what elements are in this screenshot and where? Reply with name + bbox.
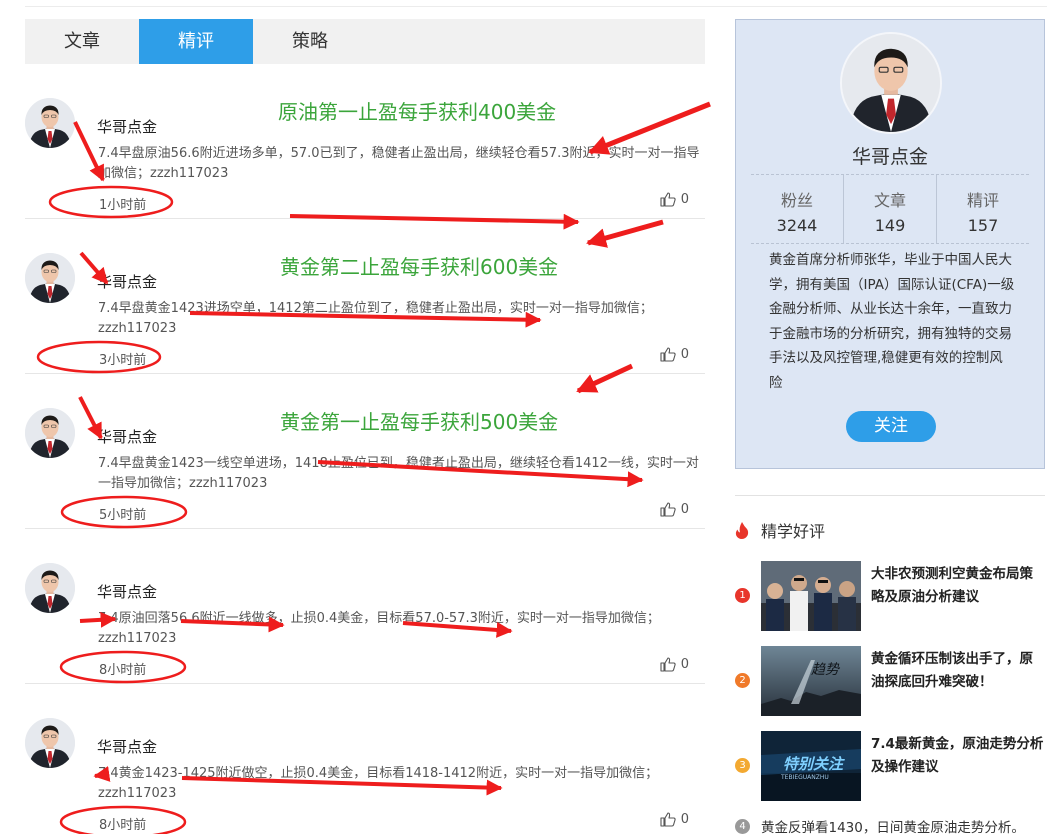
rank-badge: 2 <box>735 673 750 688</box>
tab-articles[interactable]: 文章 <box>25 19 139 64</box>
stat-label: 粉丝 <box>780 191 813 210</box>
article-title[interactable]: 大非农预测利空黄金布局策略及原油分析建议 <box>871 563 1045 609</box>
section-header: 精学好评 <box>735 518 825 542</box>
stat-value: 149 <box>874 216 906 235</box>
profile-avatar[interactable] <box>840 32 942 134</box>
stat-value: 157 <box>967 216 999 235</box>
top-divider <box>25 6 1047 7</box>
post-content: 7.4黄金1423-1425附近做空，止损0.4美金，目标看1418-1412附… <box>98 766 659 801</box>
post-content: 7.4早盘原油56.6附近进场多单，57.0已到了，稳健者止盈出局，继续轻仓看5… <box>98 146 700 181</box>
article-title[interactable]: 黄金反弹看1430，日间黄金原油走势分析。 <box>761 816 1025 834</box>
like-button[interactable]: 0 <box>660 657 689 672</box>
author-avatar[interactable] <box>25 408 75 458</box>
profile-name[interactable]: 华哥点金 <box>736 142 1044 169</box>
stat-articles[interactable]: 文章 149 <box>843 175 936 243</box>
rank-badge: 4 <box>735 818 750 834</box>
post-time: 3小时前 <box>99 353 147 368</box>
stat-label: 精评 <box>966 191 999 210</box>
follow-button[interactable]: 关注 <box>846 411 936 442</box>
section-title: 精学好评 <box>761 522 826 541</box>
like-count: 0 <box>680 657 689 672</box>
like-button[interactable]: 0 <box>660 192 689 207</box>
post-content: 7.4早盘黄金1423进场空单，1412第二止盈位到了，稳健者止盈出局，实时一对… <box>98 301 653 336</box>
article-title[interactable]: 7.4最新黄金，原油走势分析及操作建议 <box>871 733 1045 779</box>
post-item: 华哥点金 黄金第一止盈每手获利500美金 7.4早盘黄金1423一线空单进场，1… <box>25 363 705 529</box>
post-headline: 黄金第一止盈每手获利500美金 <box>280 410 559 434</box>
stat-label: 文章 <box>873 191 906 210</box>
tab-bar: 文章 精评 策略 <box>25 19 705 64</box>
author-avatar[interactable] <box>25 718 75 768</box>
post-headline: 原油第一止盈每手获利400美金 <box>278 100 557 124</box>
thumbs-up-icon <box>660 812 676 827</box>
like-count: 0 <box>680 192 689 207</box>
profile-bio: 黄金首席分析师张华，毕业于中国人民大学，拥有美国（IPA）国际认证(CFA)一级… <box>769 252 1015 391</box>
article-thumbnail[interactable]: 趋势 <box>761 646 861 716</box>
thumbnail-text: 特别关注 <box>783 755 845 773</box>
author-name[interactable]: 华哥点金 <box>97 736 157 757</box>
like-count: 0 <box>680 347 689 362</box>
thumbs-up-icon <box>660 192 676 207</box>
stat-value: 3244 <box>776 216 818 235</box>
like-button[interactable]: 0 <box>660 502 689 517</box>
stat-fans[interactable]: 粉丝 3244 <box>751 175 843 243</box>
tab-reviews[interactable]: 精评 <box>139 19 253 64</box>
post-item: 华哥点金 原油第一止盈每手获利400美金 7.4早盘原油56.6附近进场多单，5… <box>25 64 711 230</box>
thumbnail-text: 趋势 <box>811 662 841 678</box>
thumbs-up-icon <box>660 347 676 362</box>
red-annotation-marks <box>59 766 503 834</box>
author-avatar[interactable] <box>25 253 75 303</box>
thumbs-up-icon <box>660 502 676 517</box>
like-count: 0 <box>680 812 689 827</box>
author-name[interactable]: 华哥点金 <box>97 581 157 602</box>
like-count: 0 <box>680 502 689 517</box>
author-name[interactable]: 华哥点金 <box>97 426 157 447</box>
rank-badge: 3 <box>735 758 750 773</box>
rank-badge: 1 <box>735 588 750 603</box>
article-thumbnail[interactable] <box>761 561 861 631</box>
section-divider <box>735 495 1045 496</box>
thumbnail-subtext: TEBIEGUANZHU <box>780 774 829 781</box>
flame-icon <box>735 521 749 539</box>
feed-column: 文章 精评 策略 华哥点金 原油第一止盈每手获利400美金 7.4早盘原油56.… <box>25 19 711 834</box>
post-item: 华哥点金 7.4黄金1423-1425附近做空，止损0.4美金，目标看1418-… <box>25 684 705 834</box>
hot-article-item[interactable]: 1 大非农预测利空黄金布局策略及原油分析建议 <box>735 561 1045 633</box>
profile-stats: 粉丝 3244 文章 149 精评 157 <box>751 174 1029 244</box>
hot-article-item[interactable]: 3 特别关注 TEBIEGUANZHU 7.4最新黄金，原油走势分析及操作建议 <box>735 731 1045 803</box>
analyst-profile-card: 华哥点金 粉丝 3244 文章 149 精评 157 黄金首席分析师张华，毕业于… <box>735 19 1045 469</box>
post-time: 8小时前 <box>99 663 147 678</box>
author-name[interactable]: 华哥点金 <box>97 271 157 292</box>
post-content: 7.4早盘黄金1423一线空单进场，1418止盈位已到，稳健者止盈出局，继续轻仓… <box>98 456 699 491</box>
post-time: 5小时前 <box>99 508 147 523</box>
author-name[interactable]: 华哥点金 <box>97 116 157 137</box>
post-time: 1小时前 <box>99 198 147 213</box>
post-headline: 黄金第二止盈每手获利600美金 <box>280 255 559 279</box>
author-avatar[interactable] <box>25 98 75 148</box>
author-avatar[interactable] <box>25 563 75 613</box>
article-thumbnail[interactable]: 特别关注 TEBIEGUANZHU <box>761 731 861 801</box>
post-time: 8小时前 <box>99 818 147 833</box>
post-item: 华哥点金 黄金第二止盈每手获利600美金 7.4早盘黄金1423进场空单，141… <box>25 219 705 374</box>
stat-reviews[interactable]: 精评 157 <box>936 175 1029 243</box>
article-title[interactable]: 黄金循环压制该出手了，原油探底回升难突破！ <box>871 648 1045 694</box>
sidebar: 华哥点金 粉丝 3244 文章 149 精评 157 黄金首席分析师张华，毕业于… <box>735 19 1045 834</box>
hot-article-item[interactable]: 2 趋势 黄金循环压制该出手了，原油探底回升难突破！ <box>735 646 1045 718</box>
like-button[interactable]: 0 <box>660 347 689 362</box>
like-button[interactable]: 0 <box>660 812 689 827</box>
thumbs-up-icon <box>660 657 676 672</box>
post-content: 7.4原油回落56.6附近一线做多，止损0.4美金，目标看57.0-57.3附近… <box>98 611 660 646</box>
hot-article-item[interactable]: 4 黄金反弹看1430，日间黄金原油走势分析。 <box>735 816 1050 834</box>
post-item: 华哥点金 7.4原油回落56.6附近一线做多，止损0.4美金，目标看57.0-5… <box>25 529 705 684</box>
tab-strategy[interactable]: 策略 <box>253 19 367 64</box>
